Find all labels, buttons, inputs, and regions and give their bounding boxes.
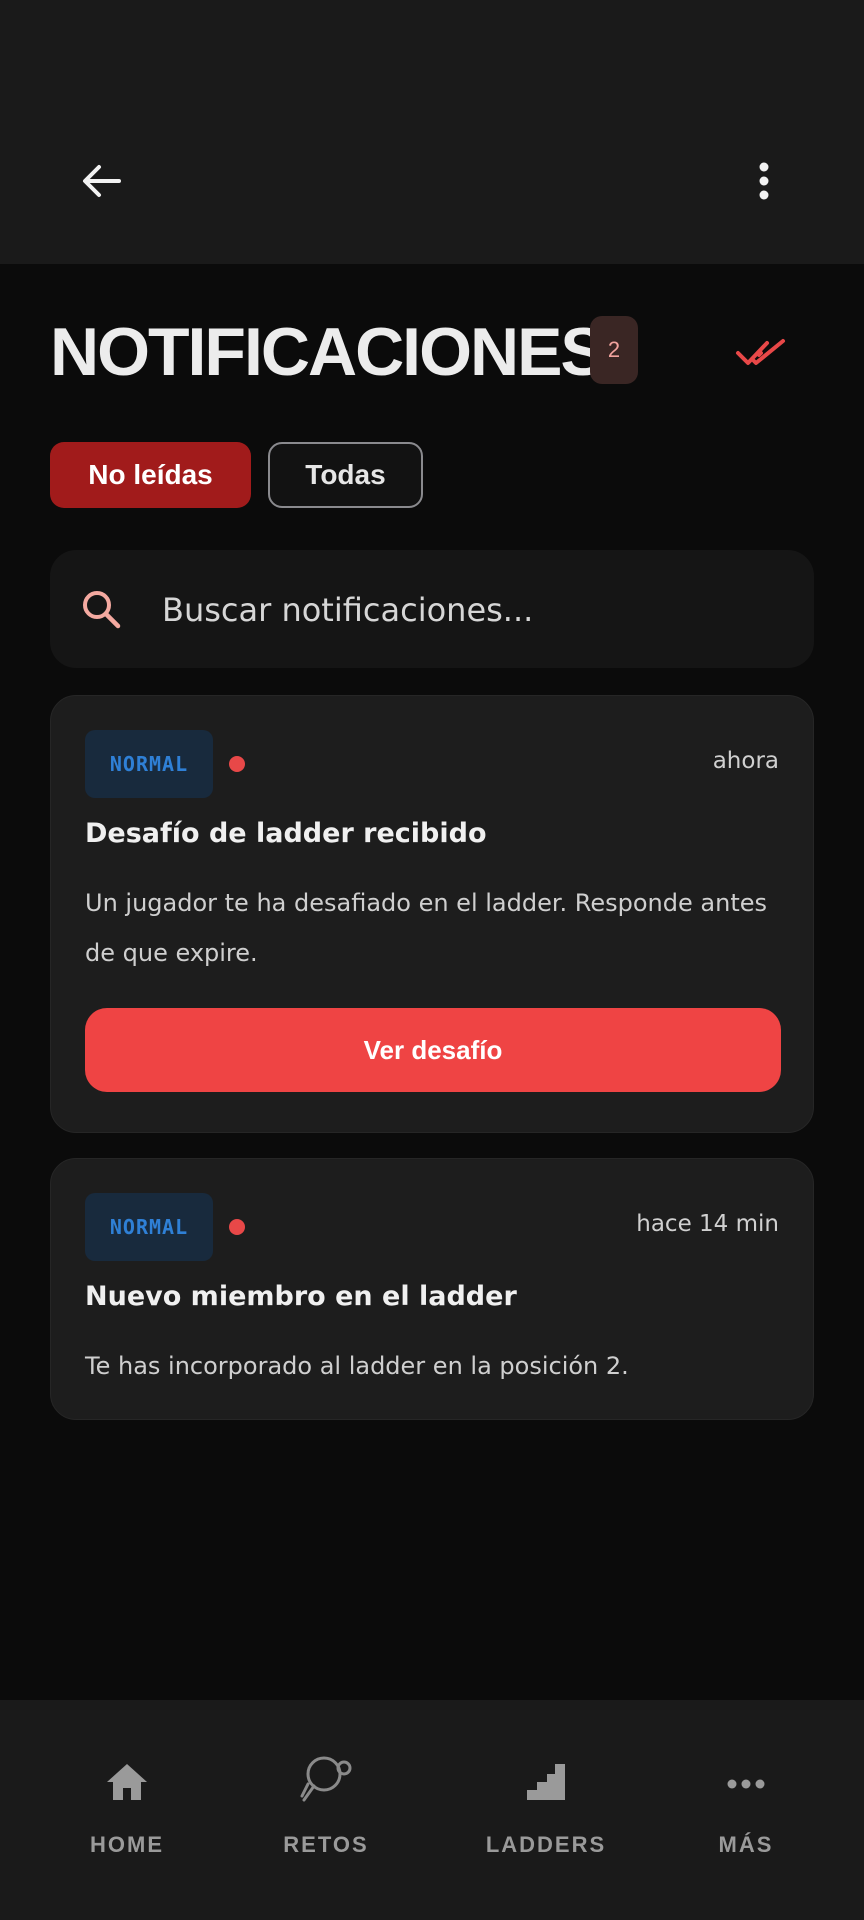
priority-badge: NORMAL [85,1193,213,1261]
more-options-button[interactable] [740,155,788,207]
back-button[interactable] [70,155,132,207]
notification-time: hace 14 min [636,1211,779,1237]
bottom-navigation: HOME RETOS LADDERS MÁS [0,1700,864,1920]
unread-count-badge: 2 [590,316,638,384]
nav-label-home: HOME [90,1832,164,1857]
notification-card[interactable]: NORMAL hace 14 min Nuevo miembro en el l… [50,1158,814,1420]
notification-title: Desafío de ladder recibido [85,818,487,849]
notification-body: Un jugador te ha desafiado en el ladder.… [85,889,767,967]
nav-item-ladders[interactable]: LADDERS [446,1762,646,1872]
notification-time: ahora [712,748,779,774]
nav-label-ladders: LADDERS [485,1832,607,1857]
notification-card[interactable]: NORMAL ahora Desafío de ladder recibido … [50,695,814,1133]
arrow-left-icon [83,165,121,197]
search-icon [83,591,121,629]
more-dots-icon [727,1779,765,1789]
notification-body: Te has incorporado al ladder en la posic… [85,1352,629,1380]
nav-label-mas: MÁS [718,1832,774,1857]
nav-item-retos[interactable]: RETOS [226,1756,426,1872]
mark-all-read-button[interactable] [730,328,792,378]
priority-badge: NORMAL [85,730,213,798]
ping-pong-paddle-icon [300,1756,352,1802]
title-row: NOTIFICACIONES 2 [50,310,820,394]
notification-title: Nuevo miembro en el ladder [85,1281,517,1312]
page-title: NOTIFICACIONES [50,314,606,390]
unread-indicator-dot [229,756,245,772]
view-challenge-button[interactable]: Ver desafío [85,1008,781,1092]
unread-indicator-dot [229,1219,245,1235]
home-icon [107,1764,147,1800]
nav-item-home[interactable]: HOME [27,1762,227,1872]
search-input[interactable] [160,580,784,640]
filter-unread-tab[interactable]: No leídas [50,442,251,508]
search-bar[interactable] [50,550,814,668]
stairs-icon [527,1764,565,1800]
top-app-bar [0,0,864,264]
notifications-screen: NOTIFICACIONES 2 No leídas Todas NORMAL … [0,0,864,1920]
more-vert-icon [759,162,769,200]
nav-label-retos: RETOS [283,1832,369,1857]
filter-all-tab[interactable]: Todas [268,442,423,508]
nav-item-mas[interactable]: MÁS [646,1762,846,1872]
double-check-icon [736,339,785,365]
